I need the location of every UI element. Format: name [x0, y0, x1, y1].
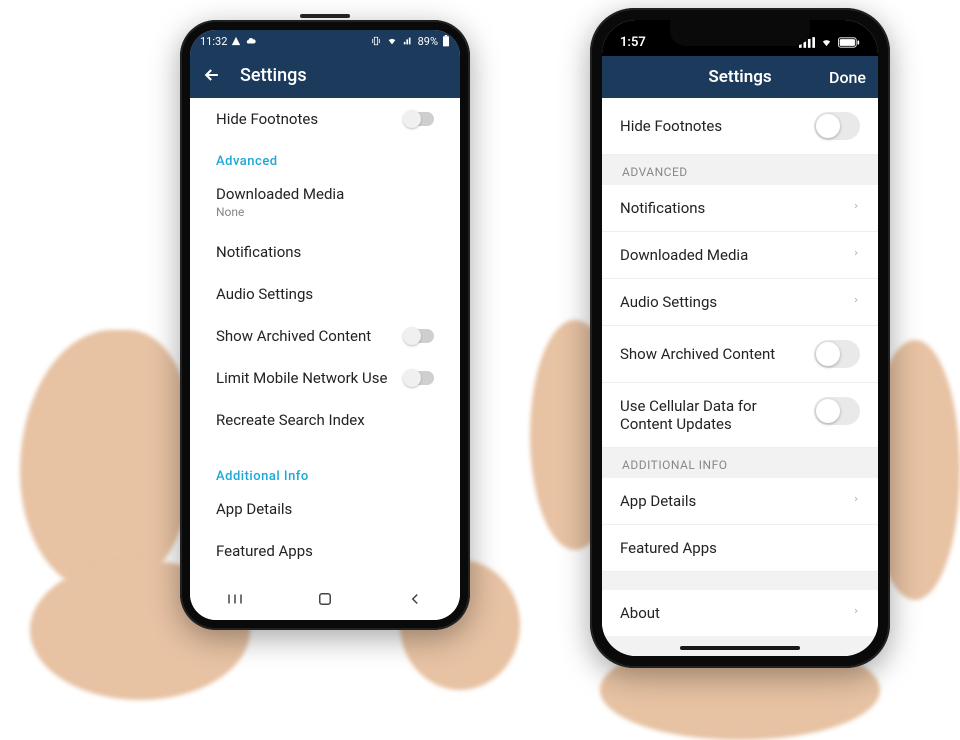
notifications-row[interactable]: Notifications	[190, 231, 460, 273]
additional-info-section-header: ADDITIONAL INFO	[602, 448, 878, 478]
app-details-row[interactable]: App Details	[190, 488, 460, 530]
downloaded-media-row[interactable]: Downloaded Media	[602, 232, 878, 279]
chevron-right-icon	[852, 293, 860, 311]
ios-phone-frame: 1:57 Settings Done	[590, 8, 890, 668]
row-label: Recreate Search Index	[216, 411, 365, 429]
back-softkey[interactable]	[406, 590, 424, 612]
hide-footnotes-row[interactable]: Hide Footnotes	[602, 98, 878, 155]
signal-icon	[402, 36, 414, 46]
hide-footnotes-toggle[interactable]	[814, 112, 860, 140]
advanced-section-header: ADVANCED	[602, 155, 878, 185]
row-subtitle: None	[216, 205, 344, 219]
page-title: Settings	[240, 65, 307, 86]
chevron-right-icon	[852, 246, 860, 264]
advanced-section-header: Advanced	[190, 140, 460, 173]
hide-footnotes-row[interactable]: Hide Footnotes	[190, 98, 460, 140]
done-button[interactable]: Done	[829, 68, 866, 87]
row-label: Downloaded Media	[216, 185, 344, 203]
limit-mobile-row[interactable]: Limit Mobile Network Use	[190, 357, 460, 399]
home-indicator[interactable]	[680, 646, 800, 650]
notification-icon	[231, 36, 241, 46]
page-title: Settings	[708, 67, 771, 87]
home-button[interactable]	[316, 590, 334, 612]
wifi-icon	[386, 36, 398, 46]
row-label: Notifications	[620, 199, 705, 217]
battery-icon	[838, 37, 860, 48]
battery-icon	[442, 35, 450, 47]
hide-footnotes-toggle[interactable]	[404, 112, 434, 126]
show-archived-toggle[interactable]	[404, 329, 434, 343]
row-label: Featured Apps	[620, 539, 717, 557]
about-row[interactable]: About	[602, 590, 878, 636]
row-label: App Details	[216, 500, 292, 518]
status-time: 1:57	[620, 35, 646, 50]
android-settings-list: Hide Footnotes Advanced Downloaded Media…	[190, 98, 460, 582]
notifications-row[interactable]: Notifications	[602, 185, 878, 232]
row-label: Show Archived Content	[620, 345, 775, 363]
show-archived-toggle[interactable]	[814, 340, 860, 368]
row-label: App Details	[620, 492, 696, 510]
ios-screen: 1:57 Settings Done	[602, 20, 878, 656]
status-time: 11:32	[200, 35, 227, 48]
vibrate-icon	[370, 36, 382, 46]
use-cellular-row[interactable]: Use Cellular Data for Content Updates	[602, 383, 878, 448]
row-label: Audio Settings	[620, 293, 717, 311]
audio-settings-row[interactable]: Audio Settings	[602, 279, 878, 326]
row-label: Limit Mobile Network Use	[216, 369, 387, 387]
row-label: Audio Settings	[216, 285, 313, 303]
use-cellular-toggle[interactable]	[814, 397, 860, 425]
ios-settings-list: Hide Footnotes ADVANCED Notifications Do…	[602, 98, 878, 656]
additional-info-section-header: Additional Info	[190, 455, 460, 488]
featured-apps-row[interactable]: Featured Apps	[190, 530, 460, 572]
row-label: Show Archived Content	[216, 327, 371, 345]
battery-text: 89%	[418, 35, 438, 48]
recents-button[interactable]	[226, 590, 244, 612]
ios-navbar: Settings Done	[602, 56, 878, 98]
cloud-icon	[245, 36, 257, 46]
android-softkey-bar	[190, 582, 460, 620]
row-label: Use Cellular Data for Content Updates	[620, 397, 790, 433]
chevron-right-icon	[852, 492, 860, 510]
row-label: Hide Footnotes	[620, 117, 722, 135]
featured-apps-row[interactable]: Featured Apps	[602, 525, 878, 572]
row-label: Downloaded Media	[620, 246, 748, 264]
back-button[interactable]	[202, 65, 222, 85]
chevron-right-icon	[852, 604, 860, 622]
limit-mobile-toggle[interactable]	[404, 371, 434, 385]
row-label: About	[620, 604, 660, 622]
notch	[670, 20, 810, 46]
row-label: Notifications	[216, 243, 301, 261]
row-label: Featured Apps	[216, 542, 313, 560]
downloaded-media-row[interactable]: Downloaded Media None	[190, 173, 460, 231]
chevron-right-icon	[852, 199, 860, 217]
row-label: Hide Footnotes	[216, 110, 318, 128]
android-status-bar: 11:32	[190, 30, 460, 52]
show-archived-row[interactable]: Show Archived Content	[602, 326, 878, 383]
recreate-search-row[interactable]: Recreate Search Index	[190, 399, 460, 441]
wifi-icon	[819, 37, 834, 48]
audio-settings-row[interactable]: Audio Settings	[190, 273, 460, 315]
android-phone-frame: 11:32	[180, 20, 470, 630]
android-screen: 11:32	[190, 30, 460, 620]
app-details-row[interactable]: App Details	[602, 478, 878, 525]
show-archived-row[interactable]: Show Archived Content	[190, 315, 460, 357]
android-navbar: Settings	[190, 52, 460, 98]
